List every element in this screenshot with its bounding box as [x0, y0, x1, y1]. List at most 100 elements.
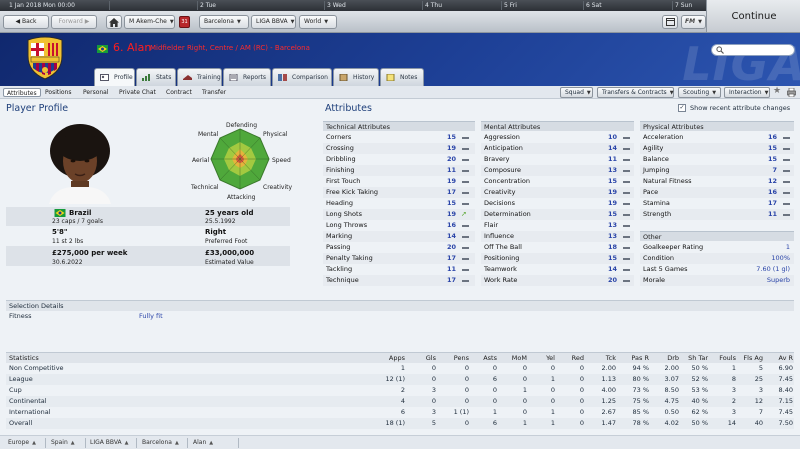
attribute-row[interactable]: Bravery 11: [481, 154, 634, 165]
attribute-row[interactable]: Balance 15: [640, 154, 794, 165]
attribute-row[interactable]: Acceleration 16: [640, 132, 794, 143]
print-icon[interactable]: [787, 88, 796, 97]
attribute-row[interactable]: Agility 15: [640, 143, 794, 154]
breadcrumb-item[interactable]: Europe ▲: [8, 438, 36, 448]
forward-button[interactable]: Forward ▶: [51, 15, 97, 29]
fitness-row: Fitness Fully fit: [6, 311, 794, 322]
compare-icon: [278, 74, 287, 81]
attribute-row[interactable]: Passing 20: [323, 242, 475, 253]
breadcrumb-item[interactable]: Spain ▲: [51, 438, 75, 448]
continue-button[interactable]: Continue: [707, 0, 800, 33]
calendar-day[interactable]: 7 Sun: [675, 0, 692, 11]
attribute-row[interactable]: Flair 13: [481, 220, 634, 231]
attribute-row[interactable]: Free Kick Taking 17: [323, 187, 475, 198]
interaction-dropdown[interactable]: Interaction ▼: [724, 87, 770, 98]
calendar-strip[interactable]: 1 Jan 2018 Mon 00:00 2 Tue 3 Wed 4 Thu 5…: [0, 0, 706, 11]
attribute-row[interactable]: Composure 13: [481, 165, 634, 176]
attribute-value: 14: [607, 265, 617, 273]
back-button[interactable]: ◀ Back: [3, 15, 49, 29]
attribute-row[interactable]: Off The Ball 18: [481, 242, 634, 253]
stats-cell: 7.15: [778, 397, 793, 405]
fm-menu[interactable]: FM ▼: [681, 15, 706, 29]
favourite-star-icon[interactable]: ★: [773, 86, 781, 96]
league-menu[interactable]: LIGA BBVA ▼: [251, 15, 296, 29]
stats-cell: 14: [727, 419, 736, 427]
other-row[interactable]: Goalkeeper Rating 1: [640, 242, 794, 253]
stats-row[interactable]: International 6 3 1 (1) 1 0 1 0 2.67 85 % 0.50 62 %…: [6, 407, 794, 418]
other-row[interactable]: Last 5 Games 7.60 (1 gl): [640, 264, 794, 275]
attribute-row[interactable]: Marking 14: [323, 231, 475, 242]
home-button[interactable]: [106, 15, 122, 29]
other-row[interactable]: Morale Superb: [640, 275, 794, 286]
subnav-attributes[interactable]: Attributes: [3, 88, 41, 97]
attribute-row[interactable]: Aggression 10: [481, 132, 634, 143]
attribute-row[interactable]: Dribbling 20: [323, 154, 475, 165]
stats-row[interactable]: Overall 18 (1) 5 0 6 1 1 0 1.47 78 % 4.02 50 % 14 40 7…: [6, 418, 794, 429]
attribute-row[interactable]: Pace 16: [640, 187, 794, 198]
attribute-row[interactable]: Creativity 19: [481, 187, 634, 198]
trend-flat-dash-icon: [462, 269, 469, 271]
stats-row[interactable]: Continental 4 0 0 0 0 0 0 1.25 75 % 4.75 40 % 2 12 7.1…: [6, 396, 794, 407]
attribute-row[interactable]: Anticipation 14: [481, 143, 634, 154]
attribute-row[interactable]: Heading 15: [323, 198, 475, 209]
search-input[interactable]: [711, 44, 795, 56]
attribute-value: 13: [607, 166, 617, 174]
breadcrumb-item[interactable]: Alan ▲: [193, 438, 213, 448]
subnav-contract[interactable]: Contract: [166, 88, 192, 97]
breadcrumb-divider: [85, 438, 86, 448]
attribute-row[interactable]: Corners 15: [323, 132, 475, 143]
calendar-day[interactable]: 6 Sat: [586, 0, 602, 11]
attribute-row[interactable]: Long Shots 19 ➚: [323, 209, 475, 220]
subnav-positions[interactable]: Positions: [45, 88, 72, 97]
calendar-day[interactable]: 3 Wed: [327, 0, 346, 11]
attribute-value: 12: [767, 177, 777, 185]
subnav-private-chat[interactable]: Private Chat: [119, 88, 156, 97]
subnav-personal[interactable]: Personal: [83, 88, 109, 97]
attribute-row[interactable]: First Touch 19: [323, 176, 475, 187]
checkbox-checked-icon[interactable]: ✓: [678, 104, 686, 112]
attribute-row[interactable]: Technique 17: [323, 275, 475, 286]
attribute-row[interactable]: Teamwork 14: [481, 264, 634, 275]
club-menu[interactable]: Barcelona ▼: [199, 15, 249, 29]
world-menu[interactable]: World ▼: [299, 15, 337, 29]
tab-history[interactable]: History: [333, 68, 379, 86]
calendar-day-current[interactable]: 1 Jan 2018 Mon 00:00: [9, 0, 75, 11]
attribute-row[interactable]: Positioning 15: [481, 253, 634, 264]
stats-row[interactable]: League 12 (1) 0 0 6 0 1 0 1.13 80 % 3.07 52 % 8 25 7.4…: [6, 374, 794, 385]
squad-dropdown[interactable]: Squad ▼: [560, 87, 593, 98]
split-view-button[interactable]: [662, 15, 678, 29]
scouting-dropdown[interactable]: Scouting ▼: [678, 87, 721, 98]
attribute-row[interactable]: Finishing 11: [323, 165, 475, 176]
stats-row[interactable]: Cup 2 3 0 0 1 0 0 4.00 73 % 8.50 53 % 3 3 8.40: [6, 385, 794, 396]
manager-menu[interactable]: M Akem-Che ▼: [124, 15, 175, 29]
attribute-row[interactable]: Determination 15: [481, 209, 634, 220]
inbox-button[interactable]: 31: [179, 16, 190, 28]
subnav-transfer[interactable]: Transfer: [202, 88, 226, 97]
tab-profile[interactable]: Profile: [94, 68, 135, 86]
attribute-row[interactable]: Crossing 19: [323, 143, 475, 154]
stats-row[interactable]: Non Competitive 1 0 0 0 0 0 0 2.00 94 % 2.00 50 % 1 5…: [6, 363, 794, 374]
transfers-contracts-dropdown[interactable]: Transfers & Contracts ▼: [597, 87, 674, 98]
calendar-day[interactable]: 4 Thu: [425, 0, 442, 11]
calendar-day[interactable]: 5 Fri: [504, 0, 517, 11]
tab-notes[interactable]: Notes: [380, 68, 424, 86]
other-row[interactable]: Condition 100%: [640, 253, 794, 264]
breadcrumb-item[interactable]: LIGA BBVA ▲: [90, 438, 129, 448]
tab-stats[interactable]: Stats: [136, 68, 176, 86]
attribute-row[interactable]: Concentration 15: [481, 176, 634, 187]
attribute-row[interactable]: Work Rate 20: [481, 275, 634, 286]
attribute-row[interactable]: Jumping 7: [640, 165, 794, 176]
attribute-row[interactable]: Influence 13: [481, 231, 634, 242]
breadcrumb-item[interactable]: Barcelona ▲: [142, 438, 179, 448]
tab-comparison[interactable]: Comparison: [272, 68, 332, 86]
attribute-row[interactable]: Stamina 17: [640, 198, 794, 209]
attribute-row[interactable]: Tackling 11: [323, 264, 475, 275]
attribute-row[interactable]: Natural Fitness 12: [640, 176, 794, 187]
attribute-row[interactable]: Long Throws 16: [323, 220, 475, 231]
attribute-row[interactable]: Penalty Taking 17: [323, 253, 475, 264]
tab-training[interactable]: Training: [177, 68, 222, 86]
attribute-row[interactable]: Decisions 19: [481, 198, 634, 209]
attribute-row[interactable]: Strength 11: [640, 209, 794, 220]
tab-reports[interactable]: Reports: [223, 68, 271, 86]
calendar-day[interactable]: 2 Tue: [200, 0, 216, 11]
